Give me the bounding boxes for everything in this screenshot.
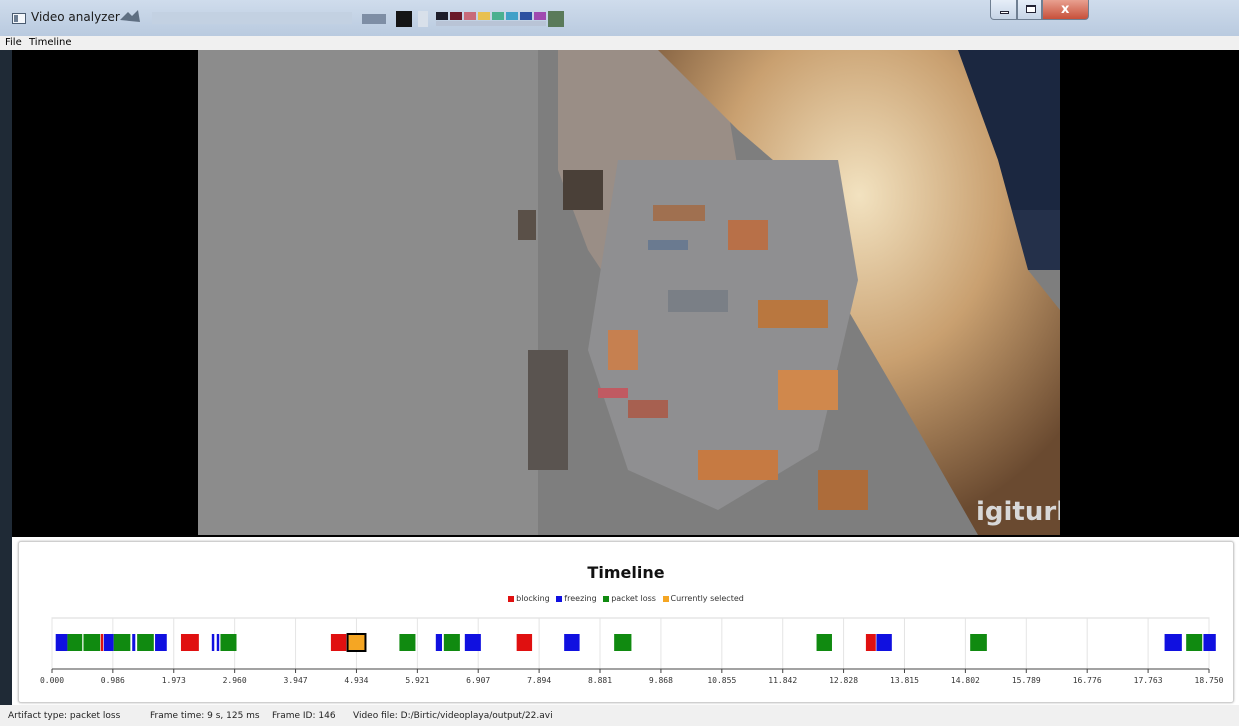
timeline-marker-freezing[interactable]	[103, 634, 114, 651]
taskbar-thumbnails	[118, 8, 668, 28]
status-artifact-type: Artifact type: packet loss	[8, 711, 121, 721]
video-watermark: igiturk	[976, 497, 1060, 527]
timeline-marker-freezing[interactable]	[216, 634, 220, 651]
timeline-marker-packet-loss[interactable]	[443, 634, 460, 651]
menu-file[interactable]: File	[5, 37, 22, 48]
timeline-panel: Timeline blocking freezing packet loss C…	[18, 541, 1234, 703]
timeline-tick-label: 16.776	[1073, 676, 1102, 685]
timeline-marker-blocking[interactable]	[865, 634, 876, 651]
close-button[interactable]: x	[1042, 0, 1089, 20]
timeline-marker-freezing[interactable]	[1203, 634, 1216, 651]
timeline-marker-packet-loss[interactable]	[614, 634, 632, 651]
maximize-button[interactable]	[1017, 0, 1042, 20]
timeline-tick-label: 6.907	[466, 676, 490, 685]
timeline-chart[interactable]: 0.000 0.986 1.973 2.960 3.947 4.934 5.921 6.907…	[19, 542, 1233, 702]
timeline-marker-packet-loss[interactable]	[1186, 634, 1203, 651]
timeline-marker-freezing[interactable]	[564, 634, 580, 651]
timeline-tick-label: 3.947	[284, 676, 308, 685]
timeline-tick-label: 10.855	[707, 676, 736, 685]
title-bar: Video analyzer x	[0, 0, 1239, 36]
timeline-marker-freezing[interactable]	[55, 634, 68, 651]
video-frame-image: igiturk	[198, 50, 1060, 535]
timeline-marker-packet-loss[interactable]	[113, 634, 131, 651]
timeline-tick-label: 4.934	[344, 676, 368, 685]
timeline-tick-label: 0.986	[101, 676, 125, 685]
minimize-icon	[1000, 11, 1009, 14]
status-frame-id: Frame ID: 146	[272, 711, 336, 721]
timeline-marker-freezing[interactable]	[464, 634, 481, 651]
timeline-marker-freezing[interactable]	[132, 634, 136, 651]
timeline-marker-freezing[interactable]	[211, 634, 215, 651]
menu-bar: File Timeline	[0, 36, 1239, 50]
timeline-marker-packet-loss[interactable]	[83, 634, 101, 651]
timeline-marker-blocking[interactable]	[516, 634, 533, 651]
minimize-button[interactable]	[990, 0, 1017, 20]
timeline-tick-label: 2.960	[223, 676, 247, 685]
timeline-marker-freezing[interactable]	[1164, 634, 1182, 651]
timeline-marker-packet-loss[interactable]	[816, 634, 832, 651]
video-viewport: igiturk	[12, 50, 1239, 537]
app-icon	[12, 13, 26, 24]
timeline-tick-label: 18.750	[1195, 676, 1224, 685]
timeline-marker-selected[interactable]	[346, 633, 367, 652]
video-frame: igiturk	[198, 50, 1060, 535]
timeline-tick-label: 0.000	[40, 676, 64, 685]
timeline-marker-packet-loss[interactable]	[399, 634, 416, 651]
timeline-marker-freezing[interactable]	[876, 634, 892, 651]
menu-timeline[interactable]: Timeline	[29, 37, 72, 48]
timeline-marker-blocking[interactable]	[330, 634, 347, 651]
window-title: Video analyzer	[31, 10, 120, 24]
timeline-marker-packet-loss[interactable]	[220, 634, 237, 651]
thumbnail-strip-icon	[120, 10, 564, 27]
timeline-tick-label: 11.842	[768, 676, 797, 685]
timeline-tick-label: 15.789	[1012, 676, 1041, 685]
timeline-marker-packet-loss[interactable]	[137, 634, 154, 651]
timeline-marker-packet-loss[interactable]	[67, 634, 83, 651]
timeline-marker-blocking[interactable]	[100, 634, 104, 651]
timeline-tick-label: 17.763	[1134, 676, 1163, 685]
close-icon: x	[1061, 2, 1070, 17]
maximize-icon	[1026, 5, 1036, 13]
timeline-tick-label: 12.828	[829, 676, 858, 685]
timeline-marker-freezing[interactable]	[435, 634, 442, 651]
status-frame-time: Frame time: 9 s, 125 ms	[150, 711, 260, 721]
window-edge	[0, 50, 12, 726]
timeline-marker-freezing[interactable]	[155, 634, 167, 651]
timeline-tick-label: 8.881	[588, 676, 612, 685]
status-video-file: Video file: D:/Birtic/videoplaya/output/…	[353, 711, 553, 721]
timeline-tick-label: 5.921	[405, 676, 429, 685]
timeline-marker-blocking[interactable]	[180, 634, 199, 651]
timeline-tick-label: 1.973	[162, 676, 186, 685]
timeline-tick-label: 13.815	[890, 676, 919, 685]
timeline-tick-label: 9.868	[649, 676, 673, 685]
timeline-tick-label: 14.802	[951, 676, 980, 685]
status-bar: Artifact type: packet loss Frame time: 9…	[0, 705, 1239, 726]
timeline-tick-label: 7.894	[527, 676, 551, 685]
timeline-marker-packet-loss[interactable]	[970, 634, 987, 651]
